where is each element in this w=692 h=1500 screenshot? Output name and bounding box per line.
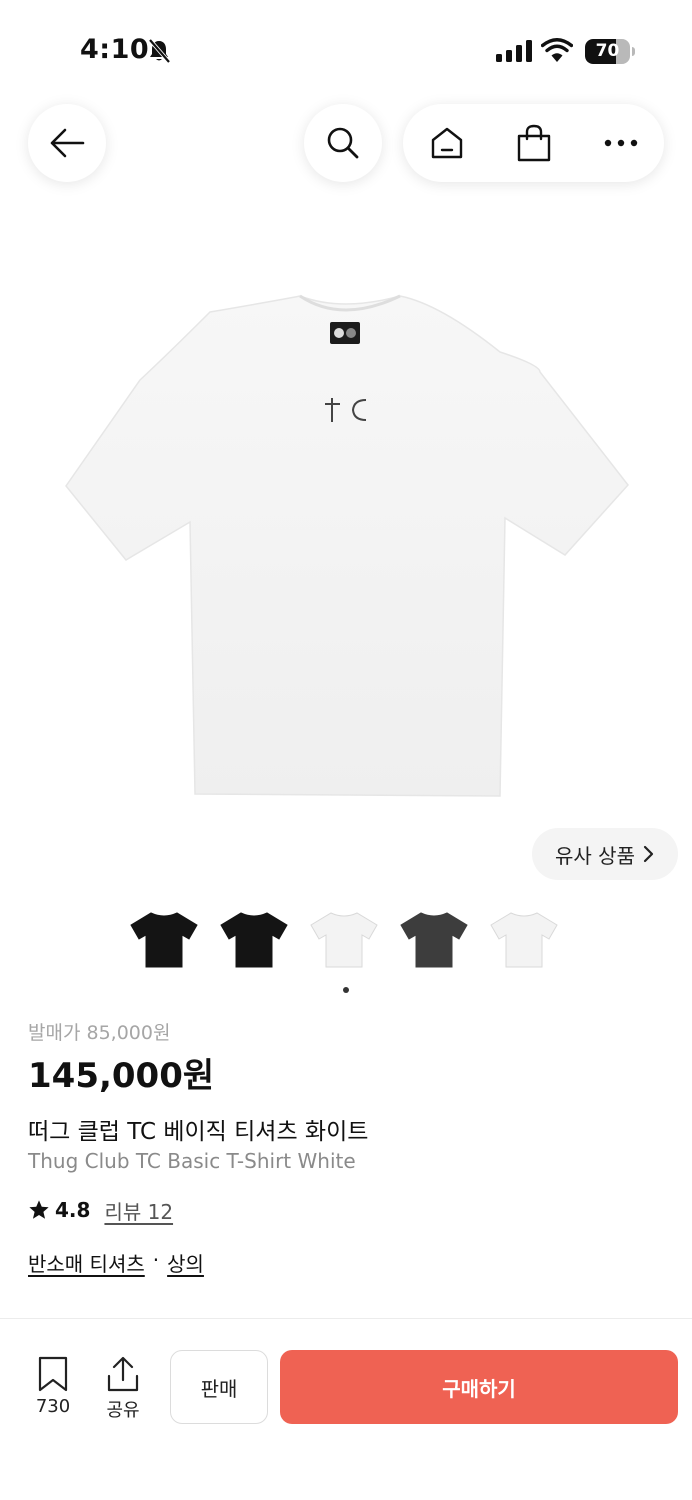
thumbnail-charcoal-4[interactable] — [398, 903, 470, 975]
tshirt-icon — [310, 912, 378, 968]
home-icon — [431, 127, 462, 159]
more-button[interactable] — [577, 104, 664, 182]
sell-button[interactable]: 판매 — [170, 1350, 268, 1424]
battery-percent: 70 — [595, 41, 620, 61]
home-button[interactable] — [403, 104, 490, 182]
cellular-signal-icon — [496, 40, 532, 62]
rating-value: 4.8 — [55, 1198, 91, 1222]
tshirt-icon — [490, 912, 558, 968]
share-icon — [107, 1356, 139, 1392]
product-name-korean: 떠그 클럽 TC 베이직 티셔츠 화이트 — [28, 1119, 369, 1145]
carousel-indicator — [343, 987, 349, 993]
buy-button[interactable]: 구매하기 — [280, 1350, 678, 1424]
bell-mute-icon — [148, 38, 171, 64]
thumbnail-white-3[interactable] — [308, 903, 380, 975]
bottom-action-bar: 730 공유 판매 구매하기 — [0, 1332, 692, 1500]
color-thumbnails — [128, 903, 564, 975]
bookmark-count: 730 — [35, 1396, 71, 1417]
bookmark-icon — [38, 1356, 68, 1392]
product-main-image[interactable] — [60, 290, 632, 800]
product-name-english: Thug Club TC Basic T-Shirt White — [28, 1149, 356, 1173]
tshirt-icon — [400, 912, 468, 968]
thumbnail-black-2[interactable] — [218, 903, 290, 975]
price: 145,000원 — [28, 1056, 215, 1096]
tshirt-icon — [130, 912, 198, 968]
search-icon — [327, 127, 359, 159]
category-link-short-sleeve[interactable]: 반소매 티셔츠 — [28, 1248, 145, 1277]
similar-products-button[interactable]: 유사 상품 — [532, 828, 678, 880]
category-separator: · — [152, 1248, 160, 1272]
arrow-left-icon — [50, 128, 85, 158]
chevron-right-icon — [643, 845, 654, 863]
review-link[interactable]: 리뷰 12 — [104, 1196, 173, 1225]
nav-actions-group — [403, 104, 664, 182]
status-time: 4:10 — [80, 34, 150, 65]
shop-button[interactable] — [490, 104, 577, 182]
thumbnail-black-1[interactable] — [128, 903, 200, 975]
star-icon — [29, 1200, 49, 1219]
share-label: 공유 — [106, 1400, 140, 1421]
thumbnail-white-5[interactable] — [488, 903, 560, 975]
shopping-bag-icon — [517, 124, 550, 162]
category-link-tops[interactable]: 상의 — [167, 1248, 204, 1277]
similar-products-label: 유사 상품 — [555, 843, 635, 868]
more-dots-icon — [604, 139, 637, 147]
release-price: 발매가 85,000원 — [28, 1022, 171, 1044]
category-breadcrumb: 반소매 티셔츠 · 상의 — [28, 1248, 204, 1277]
search-button[interactable] — [304, 104, 382, 182]
bookmark-button[interactable]: 730 — [28, 1356, 78, 1417]
battery-indicator: 70 — [585, 39, 635, 64]
back-button[interactable] — [28, 104, 106, 182]
wifi-icon — [541, 38, 573, 62]
rating-row: 4.8 리뷰 12 — [28, 1195, 173, 1225]
share-button[interactable]: 공유 — [98, 1356, 148, 1422]
tshirt-icon — [220, 912, 288, 968]
divider — [0, 1318, 692, 1319]
status-bar: 4:10 70 — [0, 0, 692, 100]
